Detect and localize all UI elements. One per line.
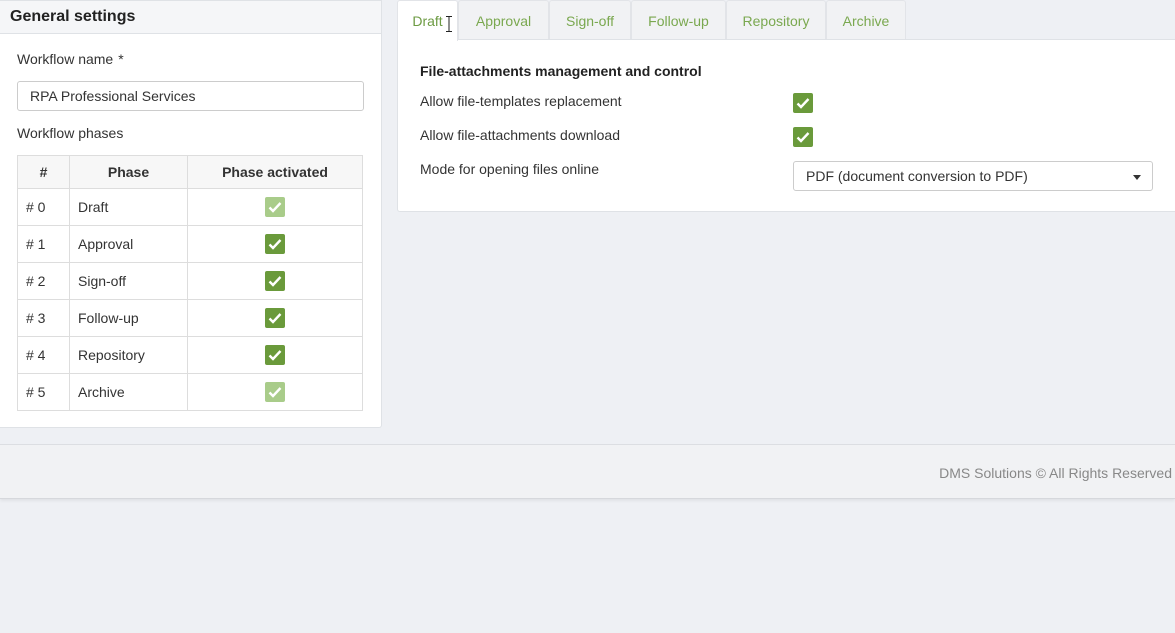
phase-activated-checkbox[interactable] (265, 234, 285, 254)
phase-activated-cell (187, 262, 363, 300)
phase-number: # 3 (17, 299, 70, 337)
tab-sign-off[interactable]: Sign-off (549, 0, 631, 40)
phase-name: Archive (69, 373, 188, 411)
phase-number: # 5 (17, 373, 70, 411)
section-title: File-attachments management and control (420, 63, 702, 79)
footer: DMS Solutions © All Rights Reserved (0, 444, 1175, 499)
check-icon (796, 132, 810, 143)
phases-table: # Phase Phase activated # 0 Draft # 1 Ap… (17, 155, 363, 411)
workflow-phases-label: Workflow phases (17, 125, 124, 141)
phase-activated-cell (187, 225, 363, 263)
phase-number: # 0 (17, 188, 70, 226)
check-icon (268, 276, 282, 287)
panel-title: General settings (0, 1, 381, 34)
phase-number: # 1 (17, 225, 70, 263)
phase-activated-checkbox (265, 197, 285, 217)
allow-attachments-download-checkbox[interactable] (793, 127, 813, 147)
tab-approval[interactable]: Approval (458, 0, 549, 40)
check-icon (268, 313, 282, 324)
phase-activated-cell (187, 299, 363, 337)
phase-activated-cell (187, 373, 363, 411)
allow-attachments-download-label: Allow file-attachments download (420, 127, 620, 143)
check-icon (268, 350, 282, 361)
required-mark: * (118, 51, 124, 67)
tab-follow-up[interactable]: Follow-up (631, 0, 726, 40)
workflow-name-label: Workflow name * (17, 51, 124, 67)
phase-activated-cell (187, 336, 363, 374)
draft-tab-panel: File-attachments management and control … (397, 39, 1175, 212)
phase-number: # 4 (17, 336, 70, 374)
table-row: # 1 Approval (17, 225, 363, 263)
check-icon (796, 98, 810, 109)
general-settings-panel: General settings Workflow name * RPA Prof… (0, 0, 382, 428)
table-row: # 5 Archive (17, 373, 363, 411)
phase-activated-checkbox (265, 382, 285, 402)
table-row: # 3 Follow-up (17, 299, 363, 337)
text-cursor-icon (446, 16, 452, 32)
open-mode-select[interactable]: PDF (document conversion to PDF) (793, 161, 1153, 191)
phase-name: Draft (69, 188, 188, 226)
copyright-text: DMS Solutions © All Rights Reserved (939, 465, 1172, 481)
phase-activated-checkbox[interactable] (265, 345, 285, 365)
workflow-name-input[interactable]: RPA Professional Services (17, 81, 364, 111)
phase-name: Sign-off (69, 262, 188, 300)
col-header-phase: Phase (69, 155, 188, 189)
table-row: # 0 Draft (17, 188, 363, 226)
table-row: # 4 Repository (17, 336, 363, 374)
col-header-activated: Phase activated (187, 155, 363, 189)
caret-down-icon (1133, 175, 1141, 180)
workflow-name-label-text: Workflow name (17, 51, 114, 67)
tab-repository[interactable]: Repository (726, 0, 826, 40)
phase-number: # 2 (17, 262, 70, 300)
phase-activated-checkbox[interactable] (265, 308, 285, 328)
phase-name: Approval (69, 225, 188, 263)
phase-name: Follow-up (69, 299, 188, 337)
table-header-row: # Phase Phase activated (17, 155, 363, 189)
allow-templates-replacement-checkbox[interactable] (793, 93, 813, 113)
phase-activated-checkbox[interactable] (265, 271, 285, 291)
open-mode-value: PDF (document conversion to PDF) (806, 168, 1028, 184)
allow-templates-replacement-label: Allow file-templates replacement (420, 93, 622, 109)
check-icon (268, 387, 282, 398)
table-row: # 2 Sign-off (17, 262, 363, 300)
check-icon (268, 239, 282, 250)
phase-activated-cell (187, 188, 363, 226)
check-icon (268, 202, 282, 213)
open-mode-label: Mode for opening files online (420, 161, 600, 177)
col-header-number: # (17, 155, 70, 189)
tab-archive[interactable]: Archive (826, 0, 906, 40)
phase-name: Repository (69, 336, 188, 374)
